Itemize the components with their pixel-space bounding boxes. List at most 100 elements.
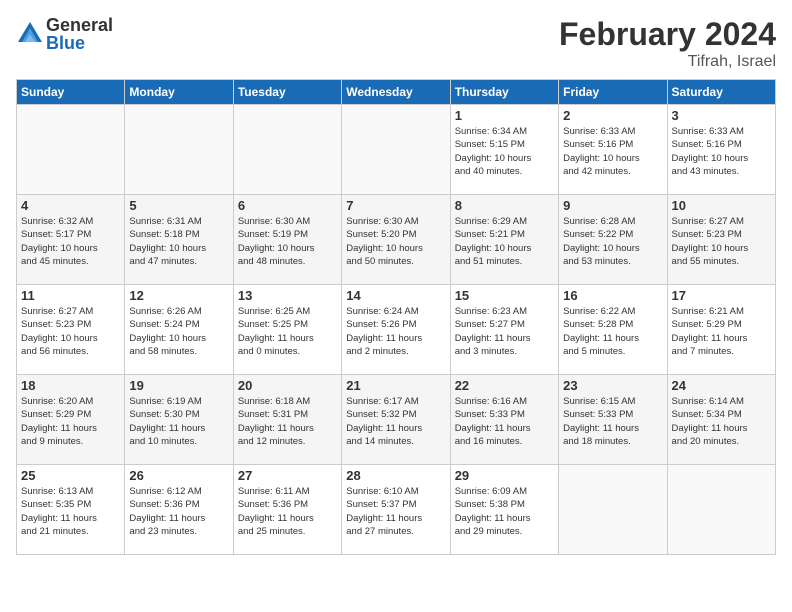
logo: General Blue — [16, 16, 113, 52]
calendar-cell: 22 Sunrise: 6:16 AM Sunset: 5:33 PM Dayli… — [450, 375, 558, 465]
logo-icon — [16, 20, 44, 48]
calendar-cell: 4 Sunrise: 6:32 AM Sunset: 5:17 PM Daylig… — [17, 195, 125, 285]
day-info: Sunrise: 6:10 AM Sunset: 5:37 PM Dayligh… — [346, 485, 445, 538]
calendar-cell: 7 Sunrise: 6:30 AM Sunset: 5:20 PM Daylig… — [342, 195, 450, 285]
day-number: 5 — [129, 198, 228, 213]
day-info: Sunrise: 6:32 AM Sunset: 5:17 PM Dayligh… — [21, 215, 120, 268]
calendar-cell: 18 Sunrise: 6:20 AM Sunset: 5:29 PM Dayli… — [17, 375, 125, 465]
day-number: 4 — [21, 198, 120, 213]
calendar-cell: 24 Sunrise: 6:14 AM Sunset: 5:34 PM Dayli… — [667, 375, 775, 465]
day-info: Sunrise: 6:33 AM Sunset: 5:16 PM Dayligh… — [672, 125, 771, 178]
calendar-cell: 28 Sunrise: 6:10 AM Sunset: 5:37 PM Dayli… — [342, 465, 450, 555]
calendar-cell — [342, 105, 450, 195]
day-info: Sunrise: 6:11 AM Sunset: 5:36 PM Dayligh… — [238, 485, 337, 538]
day-number: 16 — [563, 288, 662, 303]
calendar-cell: 13 Sunrise: 6:25 AM Sunset: 5:25 PM Dayli… — [233, 285, 341, 375]
day-number: 7 — [346, 198, 445, 213]
day-number: 10 — [672, 198, 771, 213]
logo-blue: Blue — [46, 34, 113, 52]
title-block: February 2024 Tifrah, Israel — [559, 16, 776, 71]
calendar-title: February 2024 — [559, 16, 776, 53]
calendar-location: Tifrah, Israel — [559, 53, 776, 71]
calendar-cell — [233, 105, 341, 195]
day-number: 1 — [455, 108, 554, 123]
day-info: Sunrise: 6:14 AM Sunset: 5:34 PM Dayligh… — [672, 395, 771, 448]
day-number: 15 — [455, 288, 554, 303]
weekday-header: Saturday — [667, 80, 775, 105]
day-number: 27 — [238, 468, 337, 483]
calendar-cell — [559, 465, 667, 555]
day-info: Sunrise: 6:17 AM Sunset: 5:32 PM Dayligh… — [346, 395, 445, 448]
day-number: 8 — [455, 198, 554, 213]
calendar-cell — [667, 465, 775, 555]
day-info: Sunrise: 6:23 AM Sunset: 5:27 PM Dayligh… — [455, 305, 554, 358]
day-info: Sunrise: 6:28 AM Sunset: 5:22 PM Dayligh… — [563, 215, 662, 268]
day-number: 20 — [238, 378, 337, 393]
day-number: 22 — [455, 378, 554, 393]
day-info: Sunrise: 6:16 AM Sunset: 5:33 PM Dayligh… — [455, 395, 554, 448]
weekday-header: Tuesday — [233, 80, 341, 105]
day-number: 3 — [672, 108, 771, 123]
day-number: 19 — [129, 378, 228, 393]
calendar-cell: 3 Sunrise: 6:33 AM Sunset: 5:16 PM Daylig… — [667, 105, 775, 195]
weekday-header: Sunday — [17, 80, 125, 105]
day-info: Sunrise: 6:13 AM Sunset: 5:35 PM Dayligh… — [21, 485, 120, 538]
calendar-cell: 15 Sunrise: 6:23 AM Sunset: 5:27 PM Dayli… — [450, 285, 558, 375]
day-info: Sunrise: 6:30 AM Sunset: 5:20 PM Dayligh… — [346, 215, 445, 268]
day-number: 2 — [563, 108, 662, 123]
calendar-cell — [17, 105, 125, 195]
calendar-cell: 9 Sunrise: 6:28 AM Sunset: 5:22 PM Daylig… — [559, 195, 667, 285]
calendar-cell: 2 Sunrise: 6:33 AM Sunset: 5:16 PM Daylig… — [559, 105, 667, 195]
logo-text: General Blue — [46, 16, 113, 52]
day-info: Sunrise: 6:09 AM Sunset: 5:38 PM Dayligh… — [455, 485, 554, 538]
day-number: 23 — [563, 378, 662, 393]
calendar-cell: 21Sunrise: 6:17 AM Sunset: 5:32 PM Dayli… — [342, 375, 450, 465]
day-number: 29 — [455, 468, 554, 483]
calendar-cell: 17Sunrise: 6:21 AM Sunset: 5:29 PM Dayli… — [667, 285, 775, 375]
day-number: 6 — [238, 198, 337, 213]
calendar-week-row: 18 Sunrise: 6:20 AM Sunset: 5:29 PM Dayli… — [17, 375, 776, 465]
calendar-cell: 25 Sunrise: 6:13 AM Sunset: 5:35 PM Dayli… — [17, 465, 125, 555]
calendar-cell: 10 Sunrise: 6:27 AM Sunset: 5:23 PM Dayli… — [667, 195, 775, 285]
day-number: 24 — [672, 378, 771, 393]
calendar-cell: 20 Sunrise: 6:18 AM Sunset: 5:31 PM Dayli… — [233, 375, 341, 465]
weekday-header: Friday — [559, 80, 667, 105]
day-info: Sunrise: 6:12 AM Sunset: 5:36 PM Dayligh… — [129, 485, 228, 538]
calendar-cell: 27 Sunrise: 6:11 AM Sunset: 5:36 PM Dayli… — [233, 465, 341, 555]
day-info: Sunrise: 6:33 AM Sunset: 5:16 PM Dayligh… — [563, 125, 662, 178]
day-info: Sunrise: 6:29 AM Sunset: 5:21 PM Dayligh… — [455, 215, 554, 268]
day-number: 9 — [563, 198, 662, 213]
calendar-cell: 29 Sunrise: 6:09 AM Sunset: 5:38 PM Dayli… — [450, 465, 558, 555]
day-info: Sunrise: 6:34 AM Sunset: 5:15 PM Dayligh… — [455, 125, 554, 178]
day-info: Sunrise: 6:19 AM Sunset: 5:30 PM Dayligh… — [129, 395, 228, 448]
calendar-cell: 12 Sunrise: 6:26 AM Sunset: 5:24 PM Dayli… — [125, 285, 233, 375]
calendar-week-row: 4 Sunrise: 6:32 AM Sunset: 5:17 PM Daylig… — [17, 195, 776, 285]
day-info: Sunrise: 6:27 AM Sunset: 5:23 PM Dayligh… — [672, 215, 771, 268]
day-info: Sunrise: 6:18 AM Sunset: 5:31 PM Dayligh… — [238, 395, 337, 448]
day-info: Sunrise: 6:24 AM Sunset: 5:26 PM Dayligh… — [346, 305, 445, 358]
day-number: 28 — [346, 468, 445, 483]
logo-general: General — [46, 16, 113, 34]
day-number: 12 — [129, 288, 228, 303]
calendar-cell — [125, 105, 233, 195]
weekday-header: Thursday — [450, 80, 558, 105]
day-info: Sunrise: 6:20 AM Sunset: 5:29 PM Dayligh… — [21, 395, 120, 448]
day-number: 13 — [238, 288, 337, 303]
calendar-cell: 16Sunrise: 6:22 AM Sunset: 5:28 PM Dayli… — [559, 285, 667, 375]
weekday-header: Monday — [125, 80, 233, 105]
day-info: Sunrise: 6:31 AM Sunset: 5:18 PM Dayligh… — [129, 215, 228, 268]
calendar-cell: 19 Sunrise: 6:19 AM Sunset: 5:30 PM Dayli… — [125, 375, 233, 465]
day-number: 18 — [21, 378, 120, 393]
day-info: Sunrise: 6:25 AM Sunset: 5:25 PM Dayligh… — [238, 305, 337, 358]
calendar-cell: 1 Sunrise: 6:34 AM Sunset: 5:15 PM Daylig… — [450, 105, 558, 195]
day-info: Sunrise: 6:26 AM Sunset: 5:24 PM Dayligh… — [129, 305, 228, 358]
day-number: 11 — [21, 288, 120, 303]
day-info: Sunrise: 6:15 AM Sunset: 5:33 PM Dayligh… — [563, 395, 662, 448]
weekday-header-row: SundayMondayTuesdayWednesdayThursdayFrid… — [17, 80, 776, 105]
day-number: 25 — [21, 468, 120, 483]
calendar-cell: 6Sunrise: 6:30 AM Sunset: 5:19 PM Daylig… — [233, 195, 341, 285]
day-number: 26 — [129, 468, 228, 483]
weekday-header: Wednesday — [342, 80, 450, 105]
day-info: Sunrise: 6:21 AM Sunset: 5:29 PM Dayligh… — [672, 305, 771, 358]
day-info: Sunrise: 6:27 AM Sunset: 5:23 PM Dayligh… — [21, 305, 120, 358]
